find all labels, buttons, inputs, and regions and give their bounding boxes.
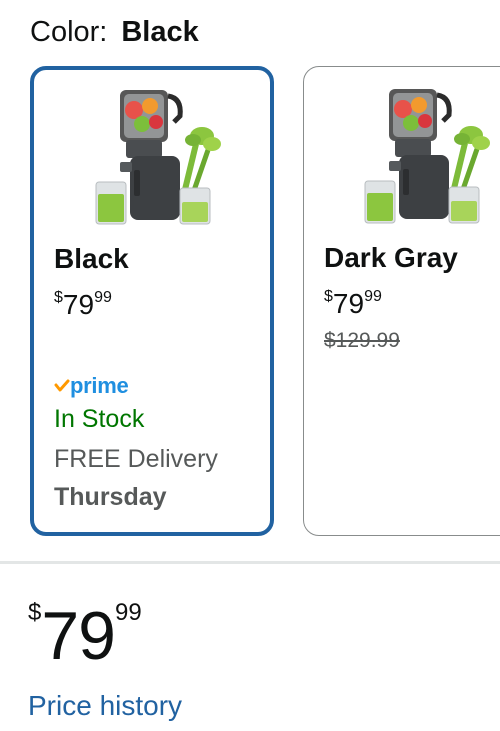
color-selector-header: Color: Black xyxy=(30,14,199,50)
buybox-price-fraction: 99 xyxy=(115,599,142,626)
prime-check-icon xyxy=(54,379,70,392)
swatch-name-dark-gray: Dark Gray xyxy=(324,242,458,273)
swatch-price-black: $7999 xyxy=(54,288,112,322)
price-whole: 79 xyxy=(332,288,365,319)
buybox-price-symbol: $ xyxy=(28,599,42,626)
selected-color-value: Black xyxy=(121,16,199,48)
buybox-price: $7999 xyxy=(28,598,142,674)
color-label: Color: xyxy=(30,16,108,48)
price-symbol: $ xyxy=(54,289,63,306)
swatch-card-black[interactable]: Black $7999 prime In Stock FREE Delivery… xyxy=(30,66,274,536)
price-whole: 79 xyxy=(62,289,95,320)
price-fraction: 99 xyxy=(94,289,112,306)
product-variant-panel: Color: Black Black $7999 prime In Stock … xyxy=(0,0,500,731)
delivery-label: FREE Delivery xyxy=(54,445,218,473)
swatch-name-black: Black xyxy=(54,243,129,274)
prime-label: prime xyxy=(70,373,129,398)
delivery-day: Thursday xyxy=(54,483,167,511)
prime-badge: prime xyxy=(54,373,129,399)
price-fraction: 99 xyxy=(364,288,382,305)
buybox-price-whole: 79 xyxy=(41,598,116,674)
juicer-product-image xyxy=(364,89,490,224)
price-history-link[interactable]: Price history xyxy=(28,690,182,722)
juicer-product-image xyxy=(95,90,221,225)
section-divider xyxy=(0,561,500,564)
swatch-card-dark-gray[interactable]: Dark Gray $7999 $129.99 xyxy=(303,66,500,536)
swatch-price-dark-gray: $7999 xyxy=(324,287,382,321)
stock-status: In Stock xyxy=(54,405,145,433)
price-symbol: $ xyxy=(324,288,333,305)
list-price: $129.99 xyxy=(324,329,400,352)
